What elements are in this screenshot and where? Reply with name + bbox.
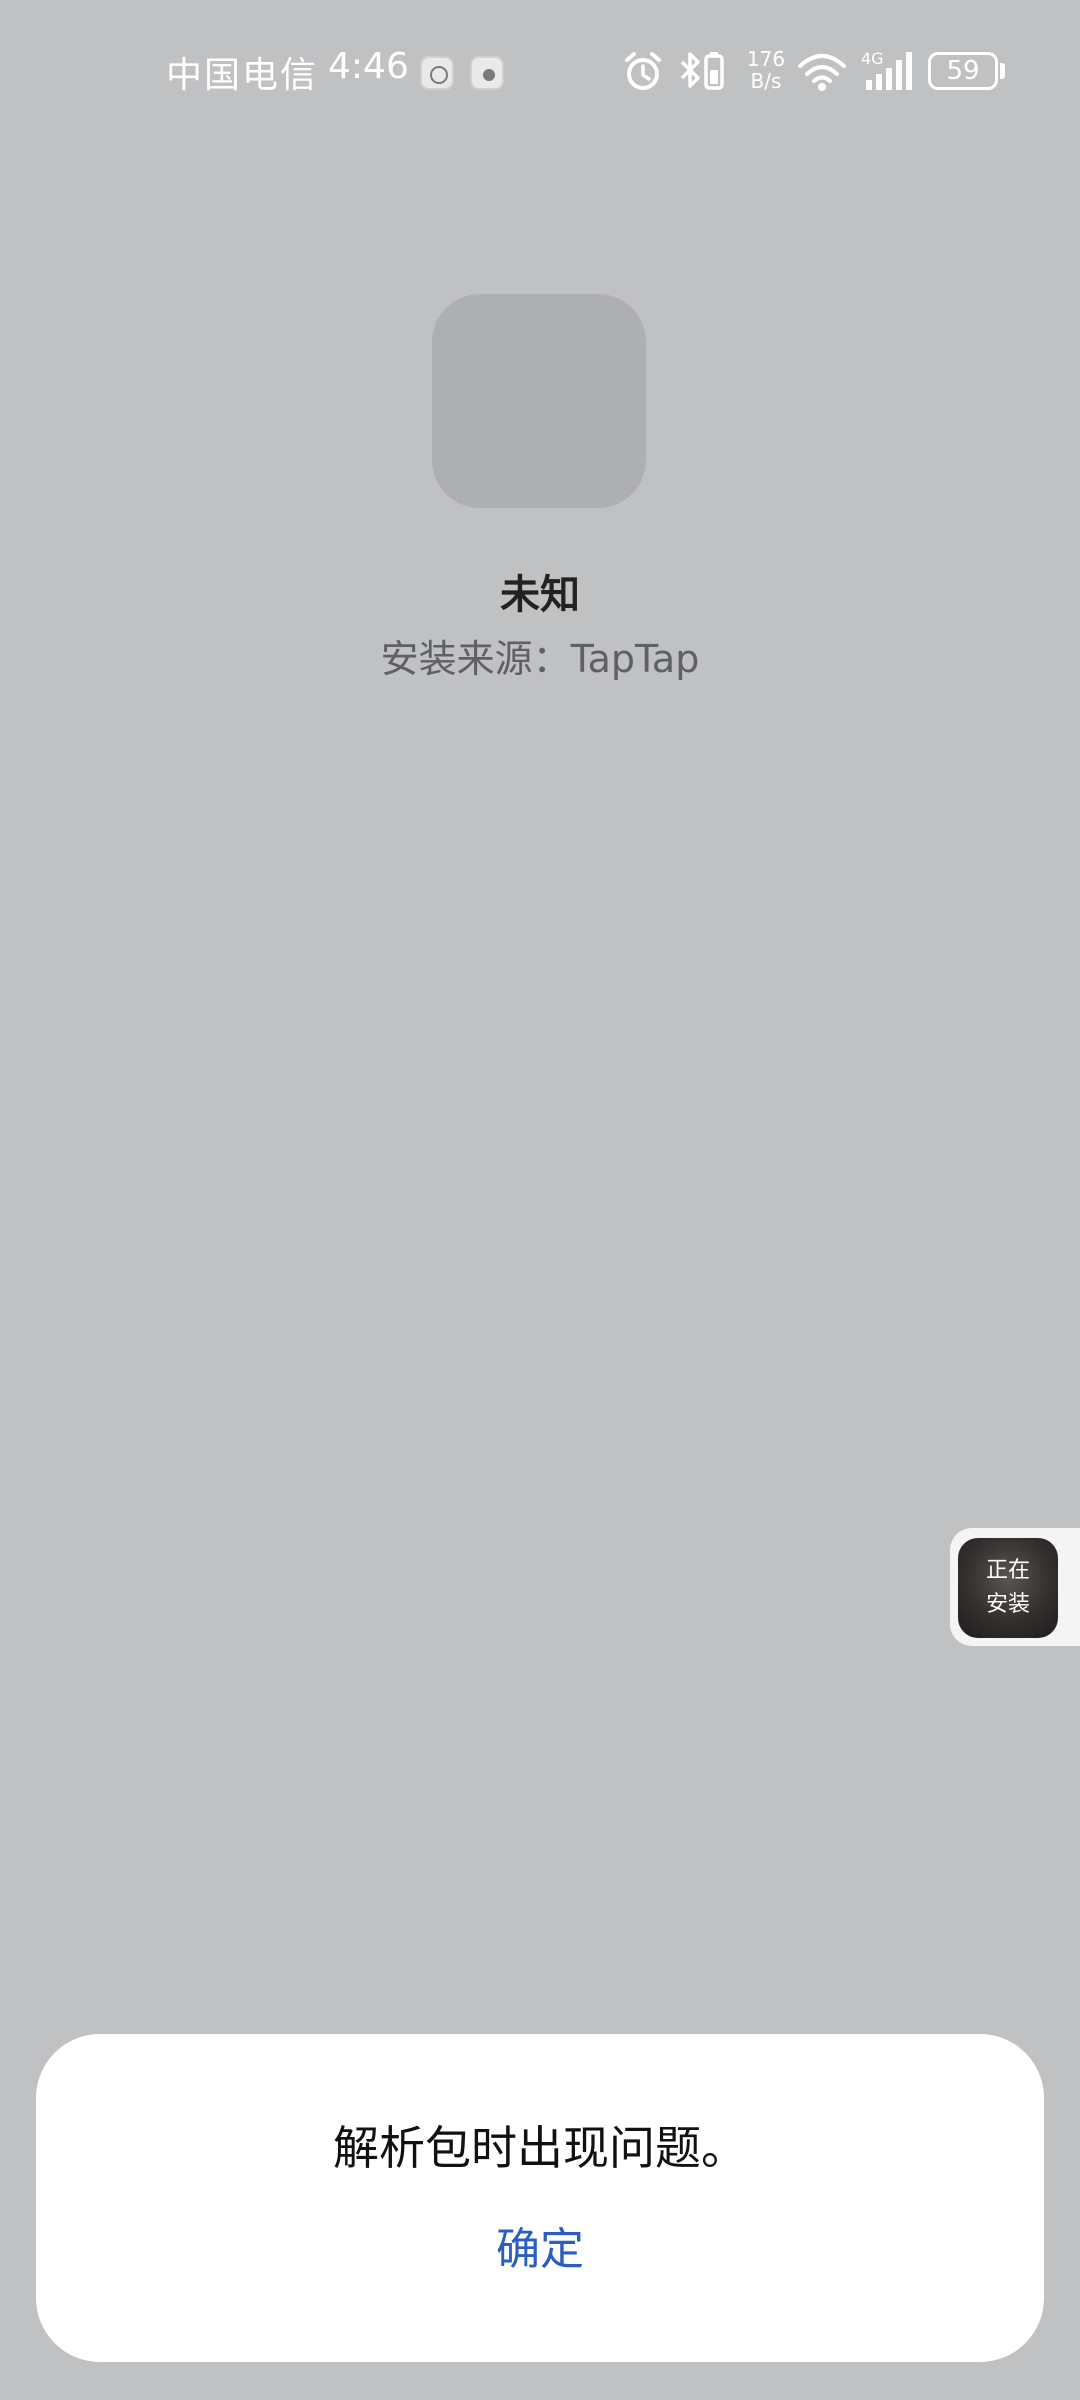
battery-level: 59: [946, 56, 980, 86]
battery-nub: [1000, 63, 1005, 79]
installing-floating-bubble[interactable]: 正在 安装: [950, 1528, 1080, 1646]
app-notification-icon: [420, 56, 454, 90]
confirm-button[interactable]: 确定: [440, 2210, 640, 2290]
status-bar: 中国电信 4:46 176 B/s 4G 59: [0, 0, 1080, 150]
dialog-message: 解析包时出现问题。: [333, 2121, 747, 2175]
error-dialog: 解析包时出现问题。 确定: [36, 2034, 1044, 2362]
cellular-signal-icon: 4G: [861, 49, 912, 90]
app-name: 未知: [500, 572, 580, 618]
carrier-label: 中国电信: [166, 55, 319, 96]
installing-line-2: 安装: [985, 1592, 1030, 1617]
app-icon-placeholder: [432, 294, 646, 508]
camera-notification-icon: [470, 56, 504, 90]
bluetooth-icon: [680, 52, 724, 90]
alarm-icon: [625, 52, 661, 90]
installing-status-text: 正在 安装: [958, 1554, 1058, 1622]
battery-icon: 59: [928, 52, 998, 90]
network-speed: 176 B/s: [744, 48, 788, 92]
installing-app-thumbnail: 正在 安装: [958, 1538, 1058, 1638]
network-speed-value: 176: [746, 47, 786, 71]
clock: 4:46: [328, 46, 409, 87]
network-speed-unit: B/s: [750, 69, 782, 93]
install-source: 安装来源：TapTap: [380, 637, 700, 681]
wifi-icon: [798, 54, 846, 91]
installing-line-1: 正在: [985, 1558, 1030, 1583]
network-type-label: 4G: [861, 49, 884, 68]
